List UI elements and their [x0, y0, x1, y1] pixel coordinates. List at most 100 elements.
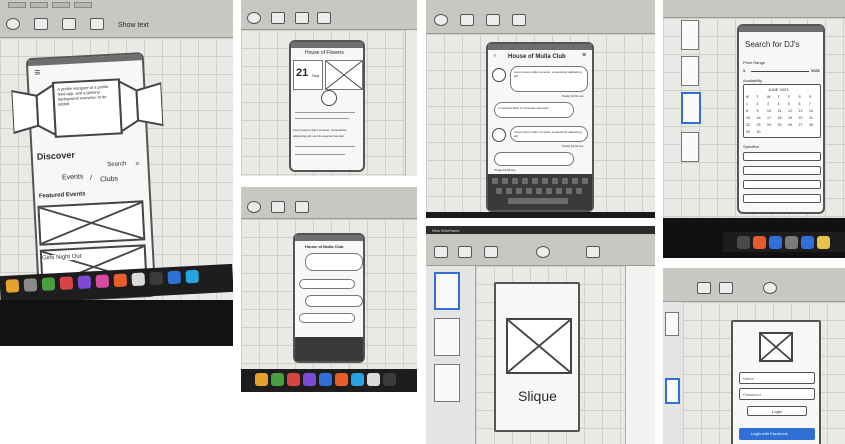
send-icon[interactable] — [321, 90, 337, 106]
calendar-date[interactable]: 24 — [767, 123, 771, 127]
key[interactable] — [502, 178, 508, 184]
dock-app-icon[interactable] — [769, 236, 782, 249]
calendar-date[interactable]: 7 — [809, 102, 811, 106]
key[interactable] — [552, 178, 558, 184]
toolbar-rect-icon[interactable] — [460, 14, 474, 26]
key[interactable] — [562, 178, 568, 184]
toolbar-image-icon[interactable] — [295, 201, 309, 213]
page-thumbnail-selected[interactable] — [681, 92, 701, 124]
toolbar-rect-icon[interactable] — [34, 18, 48, 30]
keyboard[interactable] — [488, 174, 592, 210]
toolbar-circle-icon[interactable] — [6, 18, 20, 30]
key[interactable] — [556, 188, 562, 194]
calendar-date[interactable]: 19 — [788, 116, 792, 120]
page-thumbnail-selected[interactable] — [434, 272, 460, 310]
name-field[interactable]: Name — [739, 372, 815, 384]
calendar-date[interactable]: 9 — [757, 109, 759, 113]
calendar-date[interactable]: 21 — [809, 116, 813, 120]
key[interactable] — [566, 188, 572, 194]
calendar-date[interactable]: 27 — [799, 123, 803, 127]
dock-app-icon[interactable] — [351, 373, 364, 386]
toolbar-circle-icon[interactable] — [763, 282, 777, 294]
tab-clubs[interactable]: Clubs — [100, 176, 118, 184]
toolbar-image-icon[interactable] — [458, 246, 472, 258]
calendar-date[interactable]: 8 — [746, 109, 748, 113]
dock-app-icon[interactable] — [303, 373, 316, 386]
dropdown[interactable] — [743, 152, 821, 161]
key[interactable] — [526, 188, 532, 194]
page-thumbnail[interactable] — [681, 20, 699, 50]
page-thumbnail[interactable] — [434, 364, 460, 402]
toolbar-circle-icon[interactable] — [536, 246, 550, 258]
key[interactable] — [582, 178, 588, 184]
calendar-date[interactable]: 29 — [746, 130, 750, 134]
toolbar-rect-icon[interactable] — [586, 246, 600, 258]
menu-icon[interactable]: ≡ — [34, 68, 40, 79]
toolbar-rect-icon[interactable] — [271, 12, 285, 24]
key[interactable] — [512, 178, 518, 184]
facebook-login-button[interactable]: Login with Facebook — [739, 428, 815, 440]
calendar-date[interactable]: 2 — [757, 102, 759, 106]
dock-app-icon[interactable] — [131, 272, 146, 287]
key[interactable] — [572, 178, 578, 184]
toolbar-tab[interactable] — [52, 2, 70, 8]
calendar-date[interactable]: 1 — [746, 102, 748, 106]
dock-app-icon[interactable] — [737, 236, 750, 249]
space-key[interactable] — [508, 198, 568, 204]
dock-app-icon[interactable] — [185, 269, 200, 284]
calendar-date[interactable]: 28 — [809, 123, 813, 127]
key[interactable] — [492, 178, 498, 184]
page-thumbnail-selected[interactable] — [665, 378, 680, 404]
toolbar-text-icon[interactable] — [484, 246, 498, 258]
page-thumbnail[interactable] — [434, 318, 460, 356]
calendar-date[interactable]: 5 — [788, 102, 790, 106]
dock-app-icon[interactable] — [817, 236, 830, 249]
key[interactable] — [516, 188, 522, 194]
calendar-date[interactable]: 3 — [767, 102, 769, 106]
toolbar-circle-icon[interactable] — [247, 201, 261, 213]
featured-event-image[interactable] — [37, 200, 146, 246]
calendar-date[interactable]: 22 — [746, 123, 750, 127]
dock-app-icon[interactable] — [255, 373, 268, 386]
toolbar-rect-icon[interactable] — [697, 282, 711, 294]
toolbar-circle-icon[interactable] — [247, 12, 261, 24]
dock-app-icon[interactable] — [271, 373, 284, 386]
key[interactable] — [522, 178, 528, 184]
calendar-date[interactable]: 6 — [799, 102, 801, 106]
calendar-date[interactable]: 23 — [757, 123, 761, 127]
dropdown[interactable] — [743, 166, 821, 175]
toolbar-image-icon[interactable] — [317, 12, 331, 24]
page-thumbnail[interactable] — [681, 132, 699, 162]
toolbar-tab[interactable] — [8, 2, 26, 8]
toolbar-image-icon[interactable] — [719, 282, 733, 294]
calendar-date[interactable]: 4 — [778, 102, 780, 106]
calendar-date[interactable]: 12 — [788, 109, 792, 113]
toolbar-rect-icon[interactable] — [271, 201, 285, 213]
price-slider[interactable] — [751, 71, 809, 72]
dock-app-icon[interactable] — [41, 277, 56, 291]
dock-app-icon[interactable] — [59, 276, 74, 290]
calendar-date[interactable]: 15 — [746, 116, 750, 120]
calendar-date[interactable]: 30 — [757, 130, 761, 134]
dock-app-icon[interactable] — [5, 279, 20, 293]
page-thumbnail[interactable] — [681, 56, 699, 86]
calendar-date[interactable]: 11 — [778, 109, 782, 113]
dock-app-icon[interactable] — [319, 373, 332, 386]
calendar-date[interactable]: 17 — [767, 116, 771, 120]
toolbar-image-icon[interactable] — [486, 14, 500, 26]
dock-app-icon[interactable] — [335, 373, 348, 386]
toolbar-image-icon[interactable] — [62, 18, 76, 30]
key[interactable] — [536, 188, 542, 194]
calendar-date[interactable]: 20 — [799, 116, 803, 120]
page-thumbnail[interactable] — [665, 312, 679, 336]
dock-app-icon[interactable] — [287, 373, 300, 386]
dock-app-icon[interactable] — [785, 236, 798, 249]
calendar-date[interactable]: 16 — [757, 116, 761, 120]
hero-carousel[interactable]: A profile marquee of a profile feed app,… — [10, 75, 164, 141]
calendar-date[interactable]: 10 — [767, 109, 771, 113]
password-field[interactable]: Password — [739, 388, 815, 400]
dropdown[interactable] — [743, 180, 821, 189]
dock-app-icon[interactable] — [113, 273, 128, 288]
calendar-date[interactable]: 18 — [778, 116, 782, 120]
dock-app-icon[interactable] — [23, 278, 38, 292]
